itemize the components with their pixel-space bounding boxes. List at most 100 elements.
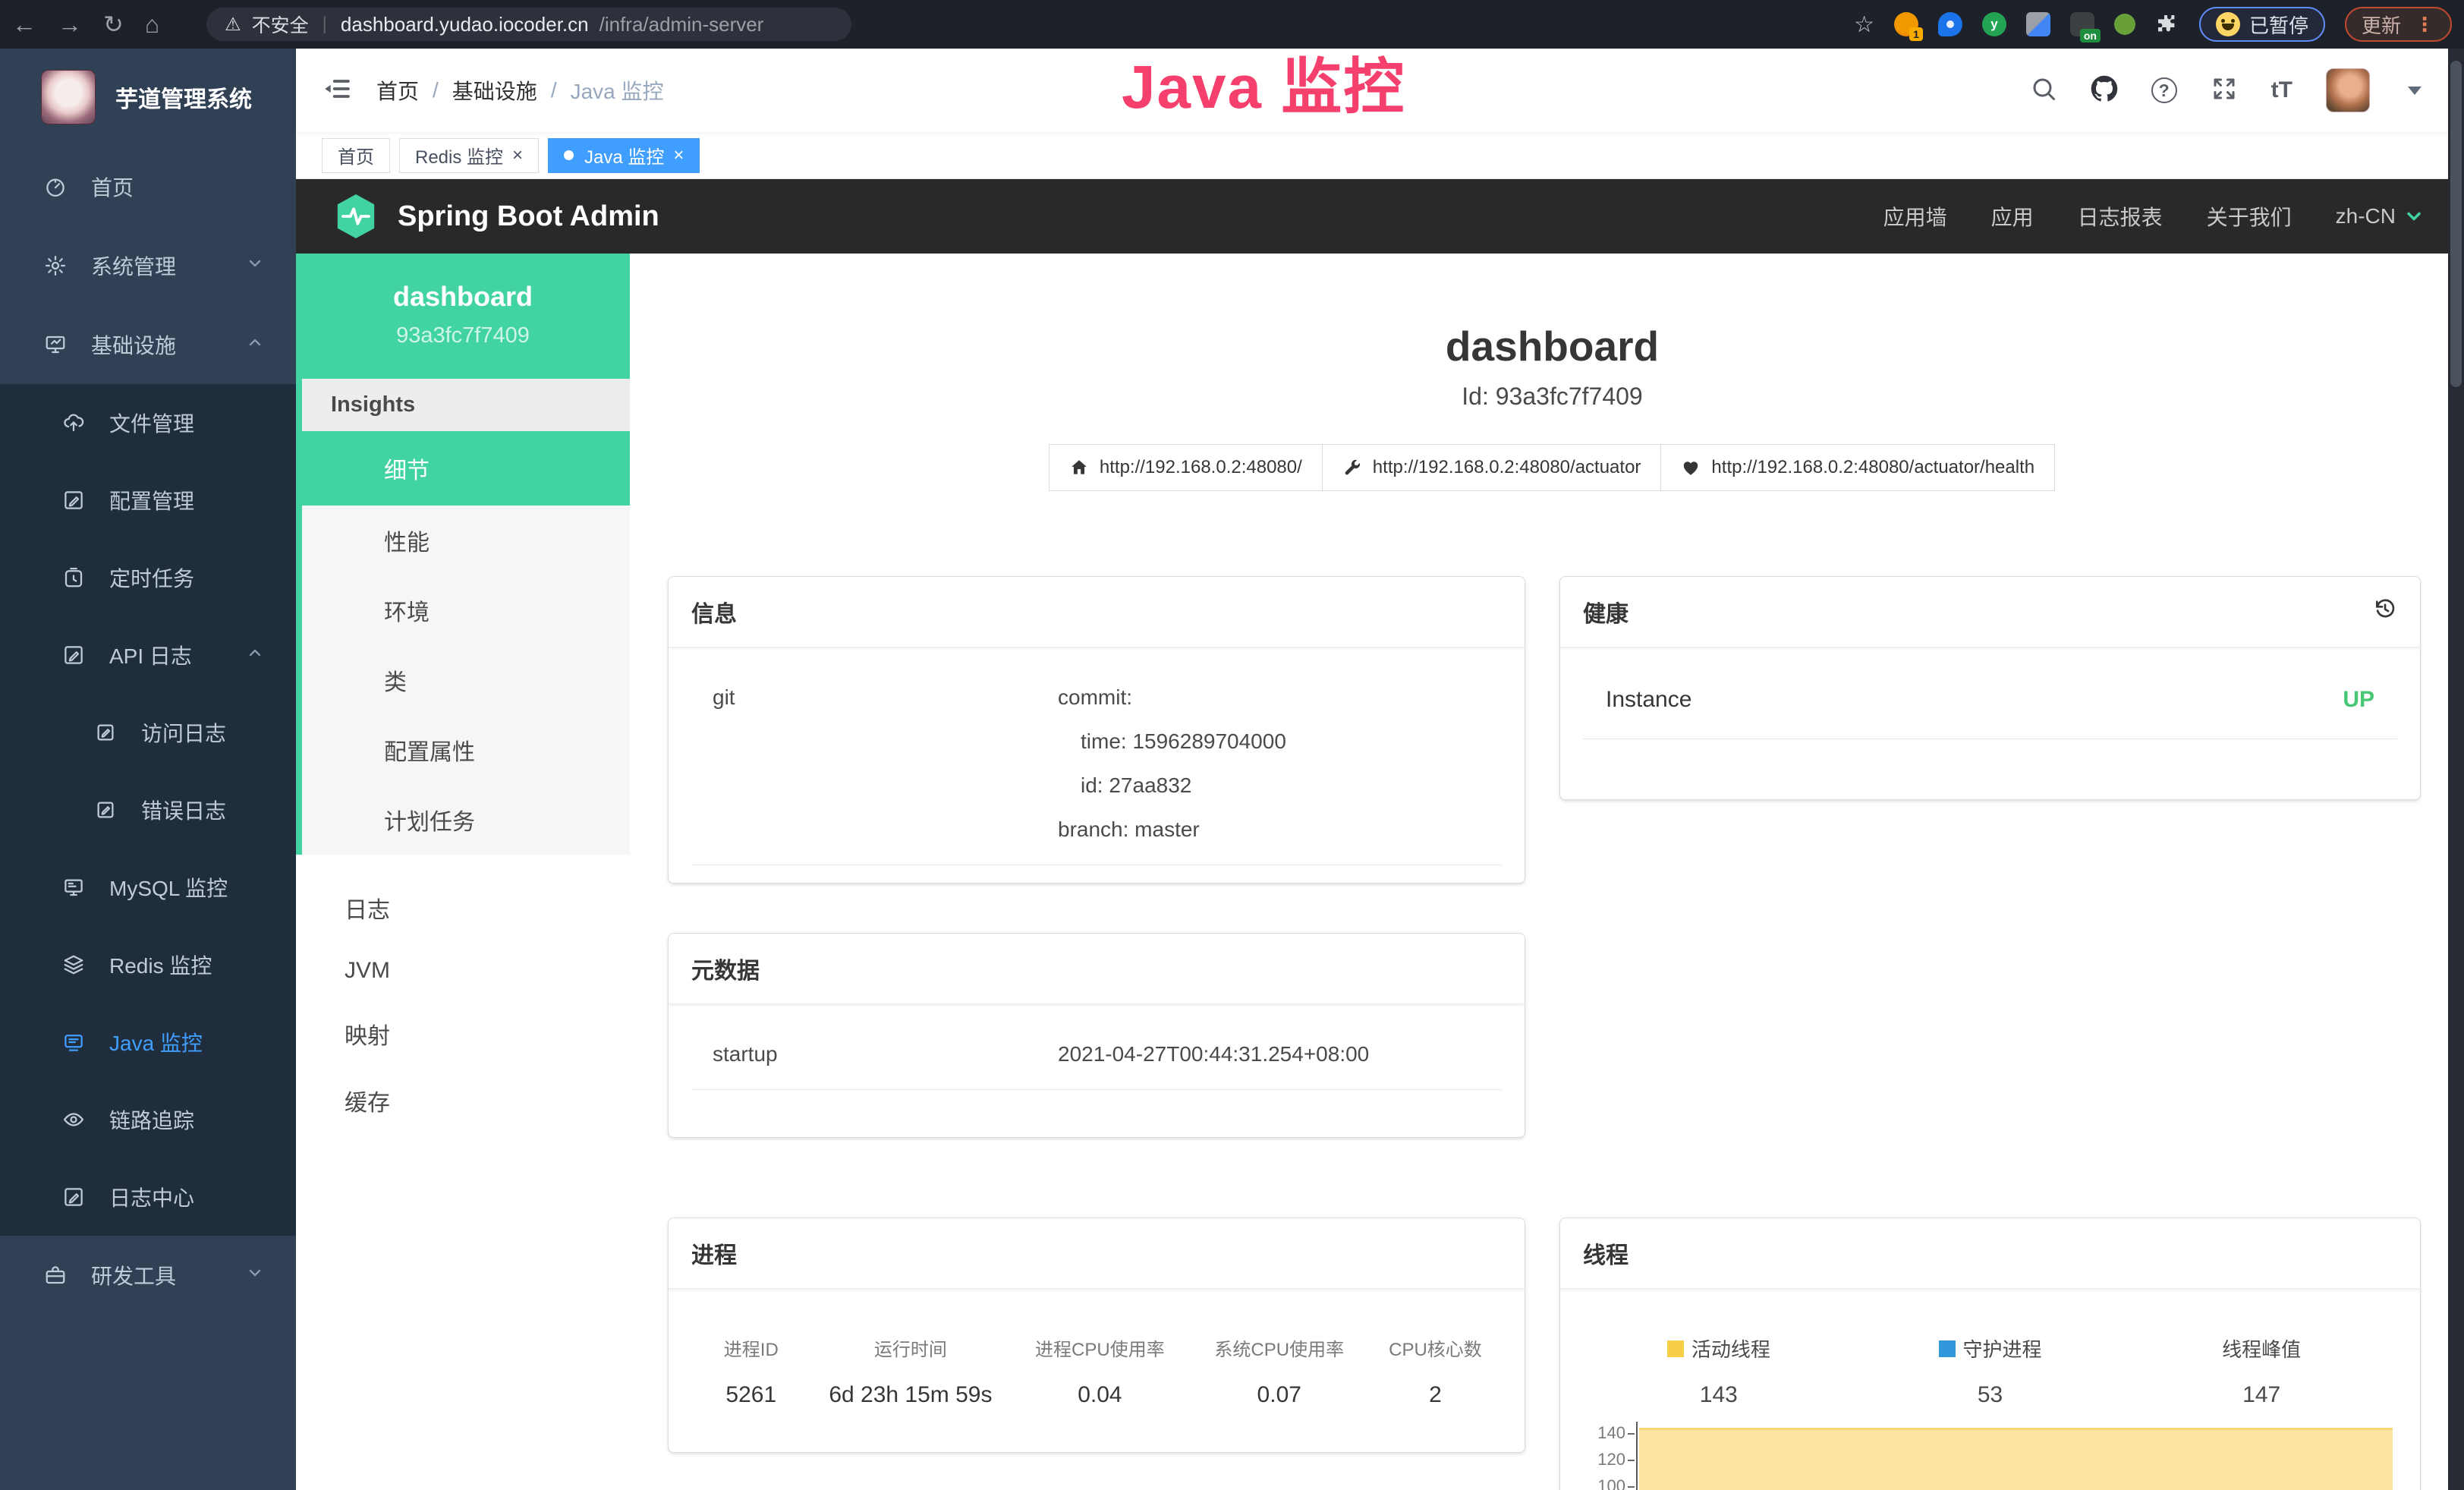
sidebar-item-error-log[interactable]: 错误日志 bbox=[0, 771, 296, 849]
y-axis-tick: 120 bbox=[1583, 1450, 1625, 1470]
update-label: 更新 bbox=[2362, 11, 2401, 39]
sba-item-metrics[interactable]: 性能 bbox=[302, 506, 630, 575]
sba-menu-plain: 日志 JVM 映射 缓存 bbox=[296, 874, 630, 1134]
sidebar-item-config-manage[interactable]: 配置管理 bbox=[0, 461, 296, 539]
browser-menu-icon[interactable]: ⋮ bbox=[2415, 13, 2435, 36]
sidebar-item-api-log[interactable]: API 日志 bbox=[0, 616, 296, 694]
breadcrumb-home[interactable]: 首页 bbox=[376, 75, 419, 106]
system-cpu-value: 0.07 bbox=[1190, 1382, 1369, 1408]
browser-toolbar-right: ☆ 1 y on 已暂停 更新 ⋮ bbox=[1854, 7, 2452, 42]
sidebar-item-system[interactable]: 系统管理 bbox=[0, 226, 296, 305]
sba-item-jvm[interactable]: JVM bbox=[296, 941, 630, 1000]
sba-nav: 应用墙 应用 日志报表 关于我们 zh-CN bbox=[1883, 201, 2425, 232]
sba-item-mappings[interactable]: 映射 bbox=[296, 1000, 630, 1067]
user-menu-caret-icon[interactable] bbox=[2408, 87, 2422, 95]
instance-links: http://192.168.0.2:48080/ http://192.168… bbox=[668, 444, 2437, 491]
extension-grid-icon[interactable] bbox=[2026, 12, 2050, 36]
sba-nav-journal[interactable]: 日志报表 bbox=[2078, 201, 2163, 232]
user-avatar[interactable] bbox=[2326, 68, 2370, 112]
sba-item-classes[interactable]: 类 bbox=[302, 645, 630, 715]
infra-submenu: 文件管理 配置管理 定时任务 API 日志 访问日志 错误日志 bbox=[0, 384, 296, 1236]
sba-item-details[interactable]: 细节 bbox=[302, 431, 630, 506]
breadcrumb: 首页 / 基础设施 / Java 监控 bbox=[376, 75, 664, 106]
help-icon[interactable]: ? bbox=[2151, 77, 2177, 103]
scrollbar-thumb[interactable] bbox=[2450, 61, 2462, 387]
url-path: /infra/admin-server bbox=[599, 13, 764, 36]
sidebar-item-mysql-monitor[interactable]: MySQL 监控 bbox=[0, 849, 296, 926]
sba-instance-header[interactable]: dashboard 93a3fc7f7409 bbox=[296, 254, 630, 379]
close-icon[interactable] bbox=[512, 145, 523, 166]
edit-icon bbox=[62, 489, 85, 512]
breadcrumb-section[interactable]: 基础设施 bbox=[452, 75, 537, 106]
browser-home-icon[interactable]: ⌂ bbox=[145, 12, 159, 36]
process-pid-value: 5261 bbox=[691, 1382, 811, 1408]
metadata-card: 元数据 startup 2021-04-27T00:44:31.254+08:0… bbox=[668, 933, 1525, 1138]
sidebar-collapse-icon[interactable] bbox=[322, 74, 352, 108]
sidebar-item-access-log[interactable]: 访问日志 bbox=[0, 694, 296, 771]
chevron-down-icon bbox=[246, 254, 264, 278]
threads-card: 线程 活动线程 守护进程 线程峰值 143 53 bbox=[1559, 1218, 2421, 1490]
process-cpu-value: 0.04 bbox=[1010, 1382, 1189, 1408]
close-icon[interactable] bbox=[673, 145, 684, 166]
sidebar-item-home[interactable]: 首页 bbox=[0, 147, 296, 226]
extension-dark-icon[interactable]: on bbox=[2070, 12, 2094, 36]
timer-icon bbox=[62, 566, 85, 589]
fullscreen-icon[interactable] bbox=[2211, 75, 2238, 106]
y-axis-tick: 140 bbox=[1583, 1423, 1625, 1443]
sba-nav-wall[interactable]: 应用墙 bbox=[1883, 201, 1947, 232]
browser-update-button[interactable]: 更新 ⋮ bbox=[2345, 7, 2452, 42]
extension-y-icon[interactable]: y bbox=[1982, 12, 2006, 36]
instance-health-row: Instance UP bbox=[1583, 675, 2397, 739]
sba-item-caches[interactable]: 缓存 bbox=[296, 1067, 630, 1134]
sba-item-configprops[interactable]: 配置属性 bbox=[302, 715, 630, 785]
sidebar-item-java-monitor[interactable]: Java 监控 bbox=[0, 1003, 296, 1081]
doc-icon bbox=[94, 721, 117, 744]
page-scrollbar[interactable] bbox=[2448, 49, 2464, 1490]
sidebar-item-redis-monitor[interactable]: Redis 监控 bbox=[0, 926, 296, 1003]
instance-health-link[interactable]: http://192.168.0.2:48080/actuator/health bbox=[1660, 444, 2055, 491]
sidebar-item-log-center[interactable]: 日志中心 bbox=[0, 1158, 296, 1236]
chart-plot-area bbox=[1636, 1422, 2393, 1490]
instance-home-link[interactable]: http://192.168.0.2:48080/ bbox=[1049, 444, 1323, 491]
browser-back-icon[interactable]: ← bbox=[12, 12, 36, 36]
process-card-title: 进程 bbox=[669, 1218, 1525, 1289]
tab-home[interactable]: 首页 bbox=[322, 138, 390, 173]
sidebar-item-tracing[interactable]: 链路追踪 bbox=[0, 1081, 296, 1158]
navbar-right: ? tT bbox=[2030, 68, 2422, 112]
extensions-puzzle-icon[interactable] bbox=[2155, 12, 2179, 36]
layers-icon bbox=[62, 953, 85, 976]
history-icon[interactable] bbox=[2373, 597, 2397, 627]
browser-forward-icon[interactable]: → bbox=[58, 12, 82, 36]
bookmark-star-icon[interactable]: ☆ bbox=[1854, 11, 1874, 38]
sba-language-select[interactable]: zh-CN bbox=[2336, 204, 2425, 228]
sidebar-item-infra[interactable]: 基础设施 bbox=[0, 305, 296, 384]
daemon-threads-value: 53 bbox=[1855, 1382, 2126, 1408]
instance-actuator-link[interactable]: http://192.168.0.2:48080/actuator bbox=[1322, 444, 1662, 491]
extension-pin-icon[interactable] bbox=[1938, 12, 1962, 36]
sidebar-item-dev-tools[interactable]: 研发工具 bbox=[0, 1236, 296, 1315]
dashboard-icon bbox=[44, 175, 67, 198]
extension-orange-icon[interactable]: 1 bbox=[1894, 12, 1918, 36]
git-branch-line: branch: master bbox=[1058, 817, 1286, 842]
tab-redis-monitor[interactable]: Redis 监控 bbox=[399, 138, 539, 173]
sba-item-logfile[interactable]: 日志 bbox=[296, 874, 630, 941]
info-card-title: 信息 bbox=[669, 577, 1525, 647]
tab-java-monitor[interactable]: Java 监控 bbox=[548, 138, 700, 173]
search-icon[interactable] bbox=[2030, 75, 2057, 106]
sba-item-environment[interactable]: 环境 bbox=[302, 575, 630, 645]
sidebar-item-file-manage[interactable]: 文件管理 bbox=[0, 384, 296, 461]
browser-reload-icon[interactable]: ↻ bbox=[103, 12, 124, 36]
github-icon[interactable] bbox=[2091, 75, 2118, 106]
sidebar-item-scheduled-jobs[interactable]: 定时任务 bbox=[0, 539, 296, 616]
address-bar[interactable]: ⚠ 不安全 | dashboard.yudao.iocoder.cn/infra… bbox=[206, 8, 851, 41]
page-subtitle: Id: 93a3fc7f7409 bbox=[668, 383, 2437, 411]
sba-nav-applications[interactable]: 应用 bbox=[1991, 201, 2034, 232]
font-size-icon[interactable]: tT bbox=[2271, 77, 2292, 103]
process-uptime-value: 6d 23h 15m 59s bbox=[811, 1382, 1011, 1408]
extension-green-icon[interactable] bbox=[2114, 14, 2135, 35]
sba-item-scheduled-tasks[interactable]: 计划任务 bbox=[302, 785, 630, 855]
app-logo-row[interactable]: 芋道管理系统 bbox=[0, 49, 296, 147]
sba-nav-about[interactable]: 关于我们 bbox=[2207, 201, 2292, 232]
app-title: 芋道管理系统 bbox=[115, 80, 252, 114]
profile-paused-pill[interactable]: 已暂停 bbox=[2199, 7, 2325, 42]
